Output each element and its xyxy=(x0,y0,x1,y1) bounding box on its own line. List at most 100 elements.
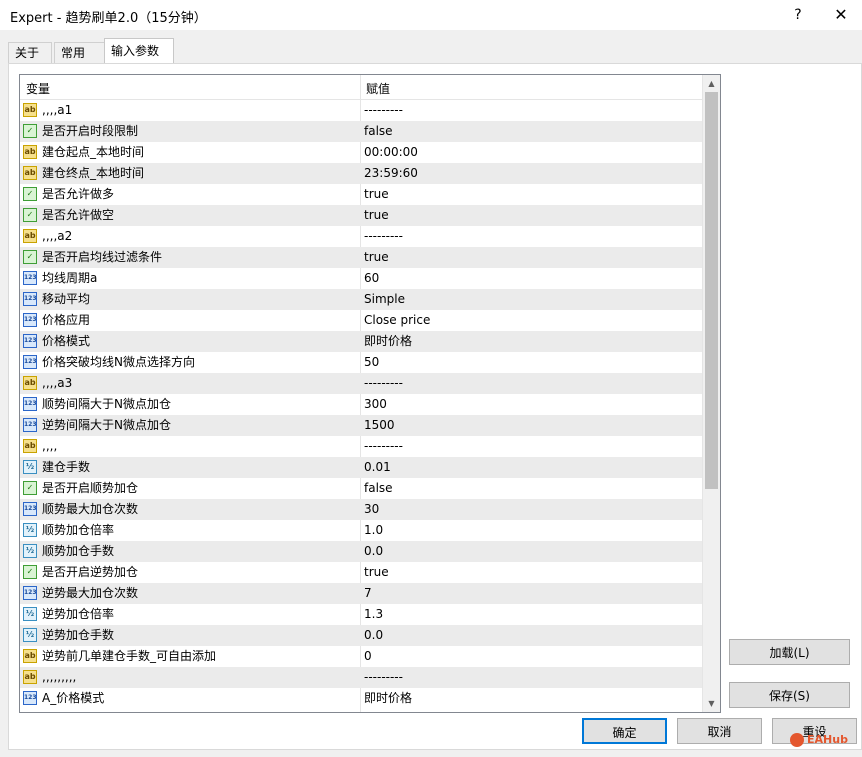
parameter-value[interactable]: false xyxy=(364,478,393,499)
parameter-value[interactable]: 30 xyxy=(364,499,379,520)
parameter-value[interactable]: Simple xyxy=(364,289,405,310)
parameter-name: 逆势加仓手数 xyxy=(42,628,115,642)
double-type-icon: ½ xyxy=(23,544,37,558)
table-row[interactable]: ½ 建仓手数 0.01 xyxy=(20,457,702,478)
parameter-value[interactable]: 1500 xyxy=(364,415,395,436)
table-row[interactable]: 123 逆势间隔大于N微点加仓 1500 xyxy=(20,415,702,436)
table-row[interactable]: ½ 顺势加仓手数 0.0 xyxy=(20,541,702,562)
table-row[interactable]: ab 建仓起点_本地时间 00:00:00 xyxy=(20,142,702,163)
scroll-thumb[interactable] xyxy=(705,92,718,489)
string-type-icon: ab xyxy=(23,649,37,663)
parameter-value[interactable]: true xyxy=(364,184,389,205)
table-row[interactable]: ab ,,,,a2 --------- xyxy=(20,226,702,247)
parameter-value[interactable]: 0.0 xyxy=(364,625,383,646)
parameter-value[interactable]: --------- xyxy=(364,226,403,247)
table-row[interactable]: ab ,,,,a1 --------- xyxy=(20,100,702,121)
parameter-value[interactable]: Close price xyxy=(364,310,430,331)
table-row[interactable]: ab 逆势前几单建仓手数_可自由添加 0 xyxy=(20,646,702,667)
table-row[interactable]: ✓ 是否允许做多 true xyxy=(20,184,702,205)
parameter-value[interactable]: 即时价格 xyxy=(364,688,412,709)
parameter-value[interactable]: true xyxy=(364,562,389,583)
parameter-value[interactable]: 300 xyxy=(364,394,387,415)
parameter-name: ,,,,a3 xyxy=(42,376,73,390)
parameter-value[interactable]: true xyxy=(364,205,389,226)
parameter-value[interactable]: 0.0 xyxy=(364,541,383,562)
table-row[interactable]: 123 价格应用 Close price xyxy=(20,310,702,331)
parameter-name: 均线周期a xyxy=(42,271,98,285)
parameter-name: 建仓起点_本地时间 xyxy=(42,145,145,159)
parameter-value[interactable]: false xyxy=(364,121,393,142)
parameter-value[interactable]: 即时价格 xyxy=(364,331,412,352)
boolean-type-icon: ✓ xyxy=(23,481,37,495)
table-row[interactable]: ½ 顺势加仓倍率 1.0 xyxy=(20,520,702,541)
parameter-value[interactable]: 1.3 xyxy=(364,604,383,625)
parameter-name: 价格应用 xyxy=(42,313,91,327)
table-row[interactable]: ab ,,,,a3 --------- xyxy=(20,373,702,394)
parameter-name: 建仓手数 xyxy=(42,460,91,474)
parameter-name: 逆势最大加仓次数 xyxy=(42,586,139,600)
table-row[interactable]: 123 均线周期a 60 xyxy=(20,268,702,289)
table-row[interactable]: 123 价格突破均线N微点选择方向 50 xyxy=(20,352,702,373)
ok-button[interactable]: 确定 xyxy=(582,718,667,744)
parameter-name: ,,,,,,,,, xyxy=(42,670,77,684)
parameter-value[interactable]: 60 xyxy=(364,268,379,289)
table-row[interactable]: ab,,,, --------- xyxy=(20,436,702,457)
table-row[interactable]: ab,,,,,,,,, --------- xyxy=(20,667,702,688)
table-row[interactable]: 123 价格模式 即时价格 xyxy=(20,331,702,352)
parameter-value[interactable]: --------- xyxy=(364,667,403,688)
parameter-value[interactable]: 00:00:00 xyxy=(364,142,418,163)
table-row[interactable]: 123 顺势最大加仓次数 30 xyxy=(20,499,702,520)
cancel-button[interactable]: 取消 xyxy=(677,718,762,744)
parameter-name: 移动平均 xyxy=(42,292,91,306)
parameters-grid: 变量 赋值 ab ,,,,a1 --------- ✓ 是否开启时段限制 false ab 建… xyxy=(19,74,721,713)
parameter-value[interactable]: 7 xyxy=(364,583,372,604)
close-button[interactable]: ✕ xyxy=(826,4,856,26)
boolean-type-icon: ✓ xyxy=(23,124,37,138)
help-button[interactable]: ? xyxy=(786,4,810,26)
save-button[interactable]: 保存(S) xyxy=(729,682,850,708)
parameter-name: 建仓终点_本地时间 xyxy=(42,166,145,180)
string-type-icon: ab xyxy=(23,166,37,180)
parameter-name: 逆势前几单建仓手数_可自由添加 xyxy=(42,649,217,663)
tab-about[interactable]: 关于 xyxy=(8,42,52,63)
header-value[interactable]: 赋值 xyxy=(366,80,390,97)
table-row[interactable]: 123 逆势最大加仓次数 7 xyxy=(20,583,702,604)
parameter-name: 逆势加仓倍率 xyxy=(42,607,115,621)
integer-type-icon: 123 xyxy=(23,313,37,327)
parameter-value[interactable]: --------- xyxy=(364,436,403,457)
string-type-icon: ab xyxy=(23,670,37,684)
load-button[interactable]: 加载(L) xyxy=(729,639,850,665)
table-row[interactable]: ab 建仓终点_本地时间 23:59:60 xyxy=(20,163,702,184)
table-row[interactable]: ✓ 是否开启逆势加仓 true xyxy=(20,562,702,583)
parameter-name: 是否开启逆势加仓 xyxy=(42,565,139,579)
parameter-value[interactable]: 0.01 xyxy=(364,457,391,478)
grid-header: 变量 赋值 xyxy=(20,75,702,100)
table-row[interactable]: 123 顺势间隔大于N微点加仓 300 xyxy=(20,394,702,415)
table-row[interactable]: 123 A_价格模式 即时价格 xyxy=(20,688,702,709)
boolean-type-icon: ✓ xyxy=(23,250,37,264)
table-row[interactable]: ✓ 是否开启均线过滤条件 true xyxy=(20,247,702,268)
watermark-text: EAHub xyxy=(807,733,848,746)
table-row[interactable]: ½ 逆势加仓手数 0.0 xyxy=(20,625,702,646)
integer-type-icon: 123 xyxy=(23,418,37,432)
parameter-value[interactable]: 0 xyxy=(364,646,372,667)
tab-common[interactable]: 常用 xyxy=(54,42,110,63)
table-row[interactable]: ✓ 是否开启时段限制 false xyxy=(20,121,702,142)
table-row[interactable]: ½ 逆势加仓倍率 1.3 xyxy=(20,604,702,625)
parameter-value[interactable]: 1.0 xyxy=(364,520,383,541)
integer-type-icon: 123 xyxy=(23,355,37,369)
table-row[interactable]: 123 移动平均 Simple xyxy=(20,289,702,310)
parameter-value[interactable]: true xyxy=(364,247,389,268)
parameter-value[interactable]: --------- xyxy=(364,373,403,394)
table-row[interactable]: ✓ 是否开启顺势加仓 false xyxy=(20,478,702,499)
parameter-value[interactable]: 23:59:60 xyxy=(364,163,418,184)
header-variable[interactable]: 变量 xyxy=(26,80,50,97)
tab-inputs[interactable]: 输入参数 xyxy=(104,38,174,63)
parameter-value[interactable]: --------- xyxy=(364,100,403,121)
scroll-up-icon[interactable]: ▲ xyxy=(703,75,720,92)
vertical-scrollbar[interactable]: ▲ ▼ xyxy=(702,75,720,712)
parameter-name: 顺势间隔大于N微点加仓 xyxy=(42,397,171,411)
scroll-down-icon[interactable]: ▼ xyxy=(703,695,720,712)
parameter-value[interactable]: 50 xyxy=(364,352,379,373)
table-row[interactable]: ✓ 是否允许做空 true xyxy=(20,205,702,226)
